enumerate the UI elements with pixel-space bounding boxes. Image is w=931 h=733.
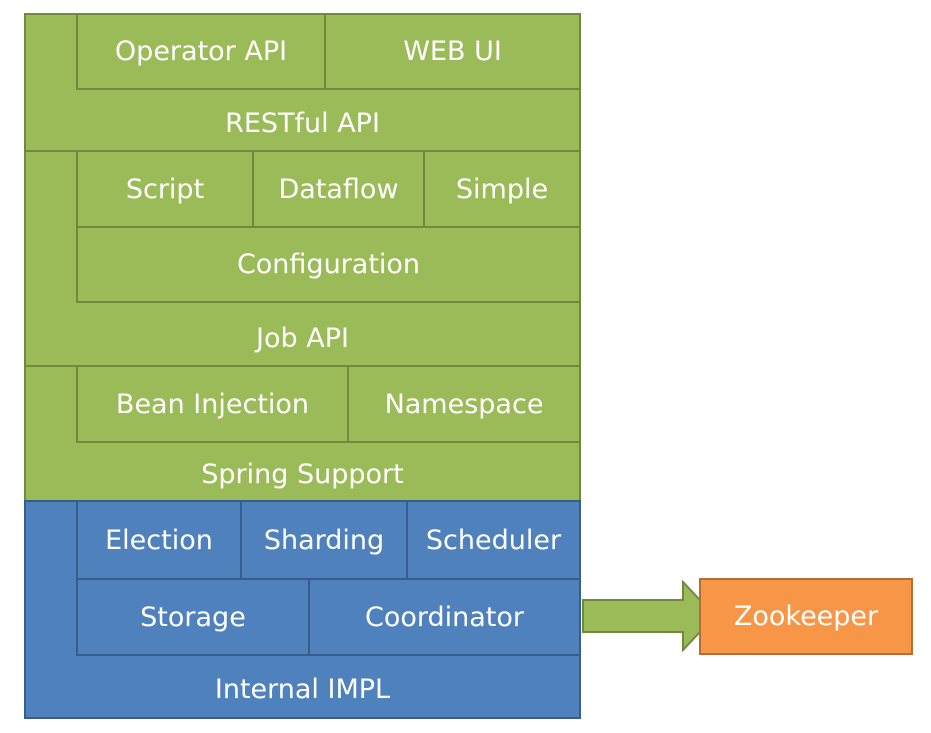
zookeeper-box: Zookeeper — [699, 578, 913, 655]
